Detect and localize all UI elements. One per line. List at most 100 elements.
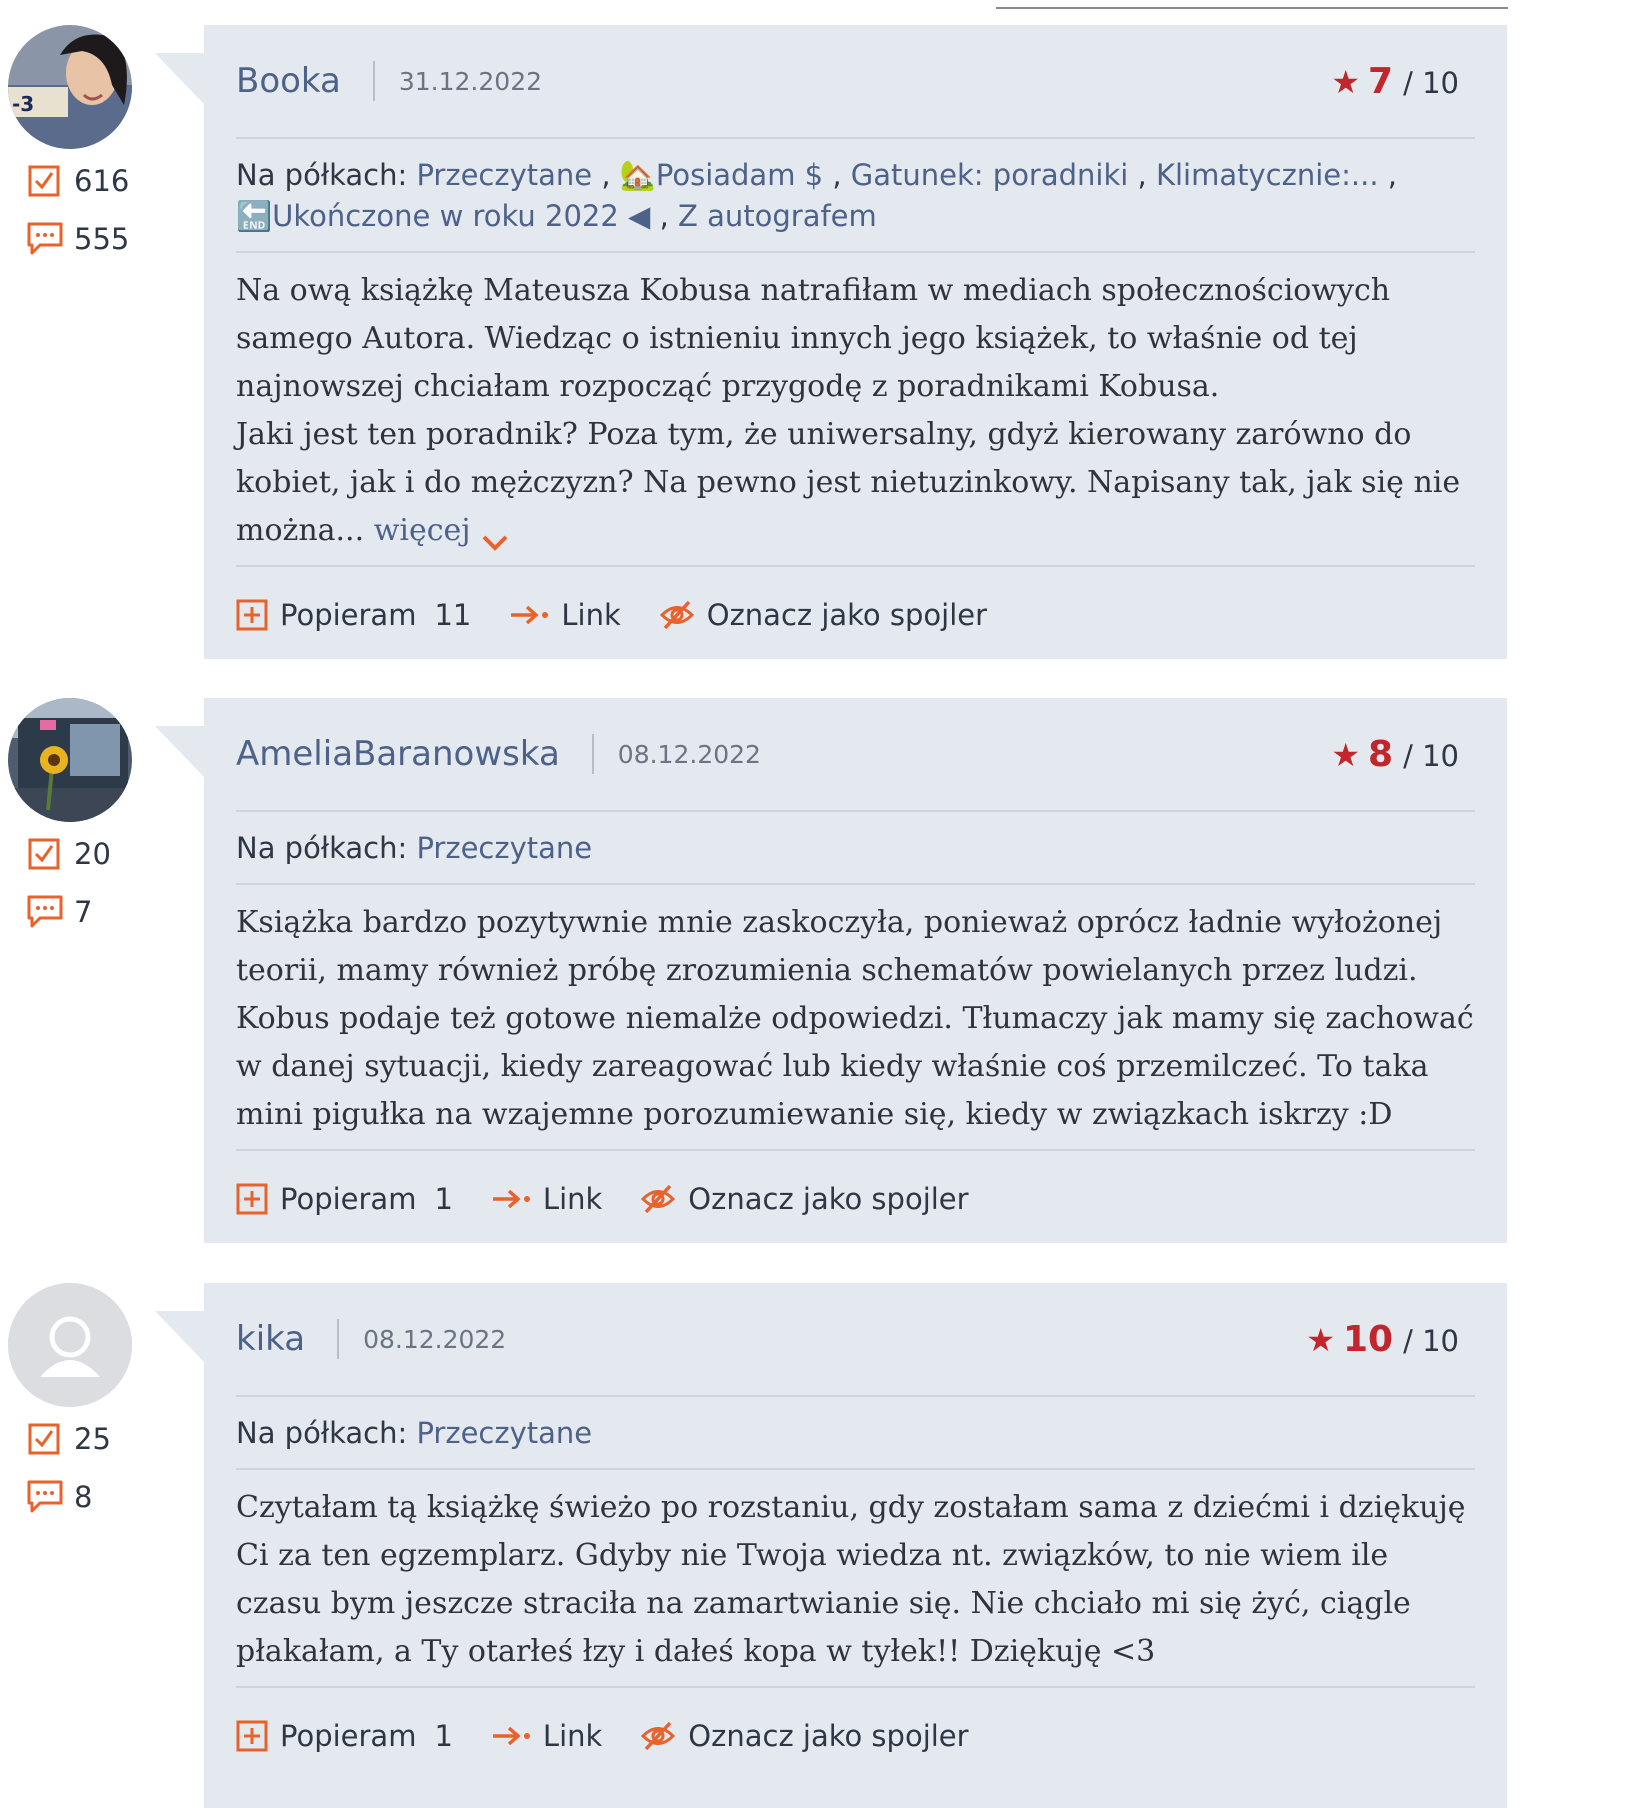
- svg-text:-3: -3: [12, 92, 34, 116]
- support-count: 1: [434, 1182, 453, 1216]
- shelf-link[interactable]: Przeczytane: [416, 158, 592, 192]
- link-button[interactable]: Link: [491, 1719, 602, 1753]
- checkbox-icon: [26, 1421, 62, 1457]
- star-icon: ★: [1331, 62, 1361, 101]
- review-date: 08.12.2022: [617, 739, 761, 769]
- header-separator: [337, 1319, 340, 1359]
- star-icon: ★: [1306, 1320, 1335, 1359]
- header-separator: [591, 734, 594, 774]
- checkbox-icon: [26, 163, 62, 199]
- rating-max: / 10: [1403, 738, 1459, 773]
- spoiler-button[interactable]: Oznacz jako spojler: [659, 598, 987, 632]
- rating-max: / 10: [1403, 1323, 1459, 1358]
- author-name[interactable]: kika: [236, 1319, 305, 1359]
- rating: ★ 10 / 10: [1306, 1319, 1459, 1360]
- rating: ★ 7 / 10: [1331, 61, 1459, 102]
- link-label: Link: [542, 1182, 603, 1216]
- spoiler-button[interactable]: Oznacz jako spojler: [640, 1719, 969, 1753]
- support-count: 11: [434, 598, 472, 632]
- spoiler-button[interactable]: Oznacz jako spojler: [640, 1182, 969, 1216]
- review-text-content: Czytałam tą książkę świeżo po rozstaniu,…: [236, 1490, 1466, 1669]
- author-name[interactable]: Booka: [236, 61, 341, 101]
- review-text-content: Na ową książkę Mateusza Kobusa natrafiła…: [236, 273, 1461, 548]
- review-text: Na ową książkę Mateusza Kobusa natrafiła…: [236, 253, 1475, 567]
- reviewer-sidebar: 25 8: [8, 1283, 132, 1517]
- rating: ★ 8 / 10: [1331, 734, 1459, 775]
- chevron-down-icon: [480, 521, 510, 551]
- review-date: 08.12.2022: [363, 1324, 507, 1354]
- support-label: Popieram: [280, 1182, 417, 1216]
- reviewer-sidebar: 20 7: [8, 698, 132, 932]
- eye-slash-icon: [641, 1721, 676, 1751]
- read-count: 616: [26, 161, 132, 201]
- link-label: Link: [542, 1719, 603, 1753]
- more-label[interactable]: więcej: [374, 513, 471, 548]
- review-card: AmeliaBaranowska 08.12.2022 ★ 8 / 10 Na …: [204, 698, 1507, 1243]
- review-actions: Popieram 1 Link Oznacz jako spojler: [236, 1688, 1475, 1784]
- spoiler-label: Oznacz jako spojler: [688, 1182, 969, 1216]
- support-button[interactable]: Popieram 1: [236, 1719, 453, 1753]
- shelf-link[interactable]: Przeczytane: [416, 831, 592, 865]
- review-header: AmeliaBaranowska 08.12.2022 ★ 8 / 10: [236, 698, 1475, 812]
- comment-icon: [26, 894, 63, 930]
- card-pointer: [155, 53, 205, 105]
- support-label: Popieram: [280, 598, 417, 632]
- checkbox-icon: [26, 836, 62, 872]
- rating-value: 7: [1368, 60, 1394, 102]
- avatar[interactable]: [8, 698, 132, 822]
- arrow-right-icon: [492, 1189, 530, 1209]
- arrow-right-icon: [492, 1726, 530, 1746]
- review-text: Książka bardzo pozytywnie mnie zaskoczył…: [236, 885, 1475, 1151]
- author-name[interactable]: AmeliaBaranowska: [236, 734, 560, 774]
- support-label: Popieram: [280, 1719, 417, 1753]
- avatar-placeholder[interactable]: [8, 1283, 132, 1407]
- shelf-link[interactable]: 🏡Posiadam $: [620, 158, 823, 192]
- shelf-link[interactable]: Przeczytane: [416, 1416, 592, 1450]
- shelves-label: Na półkach:: [236, 158, 408, 192]
- support-button[interactable]: Popieram 1: [236, 1182, 453, 1216]
- star-icon: ★: [1331, 735, 1361, 774]
- eye-slash-icon: [641, 1184, 676, 1214]
- rating-max: / 10: [1403, 65, 1459, 100]
- link-button[interactable]: Link: [509, 598, 621, 632]
- header-separator: [372, 61, 375, 101]
- shelves-label: Na półkach:: [236, 831, 408, 865]
- rating-value: 8: [1368, 733, 1394, 775]
- comment-count: 7: [26, 892, 132, 932]
- shelf-link[interactable]: Gatunek: poradniki: [851, 158, 1129, 192]
- plus-square-icon: [236, 1183, 268, 1215]
- shelves: Na półkach: Przeczytane: [236, 812, 1475, 885]
- review-text: Czytałam tą książkę świeżo po rozstaniu,…: [236, 1470, 1475, 1688]
- review-actions: Popieram 11 Link Oznacz jako spojler: [236, 567, 1475, 663]
- review-card: Booka 31.12.2022 ★ 7 / 10 Na półkach: Pr…: [204, 25, 1507, 659]
- comment-count: 8: [26, 1477, 132, 1517]
- review-text-content: Książka bardzo pozytywnie mnie zaskoczył…: [236, 905, 1474, 1132]
- spoiler-label: Oznacz jako spojler: [706, 598, 988, 632]
- read-count: 20: [26, 834, 132, 874]
- avatar[interactable]: -3: [8, 25, 132, 149]
- support-button[interactable]: Popieram 11: [236, 598, 471, 632]
- review-actions: Popieram 1 Link Oznacz jako spojler: [236, 1151, 1475, 1247]
- link-label: Link: [561, 598, 621, 632]
- reviewer-sidebar: -3 616 555: [8, 25, 132, 259]
- shelves-label: Na półkach:: [236, 1416, 408, 1450]
- review-header: Booka 31.12.2022 ★ 7 / 10: [236, 25, 1475, 139]
- eye-slash-icon: [659, 600, 694, 630]
- shelf-link[interactable]: Z autografem: [678, 199, 877, 233]
- comment-icon: [26, 221, 63, 257]
- support-count: 1: [434, 1719, 453, 1753]
- shelf-link[interactable]: Klimatycznie:...: [1156, 158, 1379, 192]
- card-pointer: [155, 1311, 205, 1363]
- read-count: 25: [26, 1419, 132, 1459]
- top-divider: [996, 7, 1508, 9]
- review-card: kika 08.12.2022 ★ 10 / 10 Na półkach: Pr…: [204, 1283, 1507, 1808]
- shelf-link[interactable]: 🔚Ukończone w roku 2022 ◀: [236, 199, 650, 233]
- link-button[interactable]: Link: [491, 1182, 602, 1216]
- review-date: 31.12.2022: [398, 66, 542, 96]
- comment-count: 555: [26, 219, 132, 259]
- plus-square-icon: [236, 1720, 268, 1752]
- arrow-right-icon: [511, 605, 549, 625]
- plus-square-icon: [236, 599, 268, 631]
- more-link[interactable]: więcej: [374, 513, 510, 551]
- shelves: Na półkach: Przeczytane: [236, 1397, 1475, 1470]
